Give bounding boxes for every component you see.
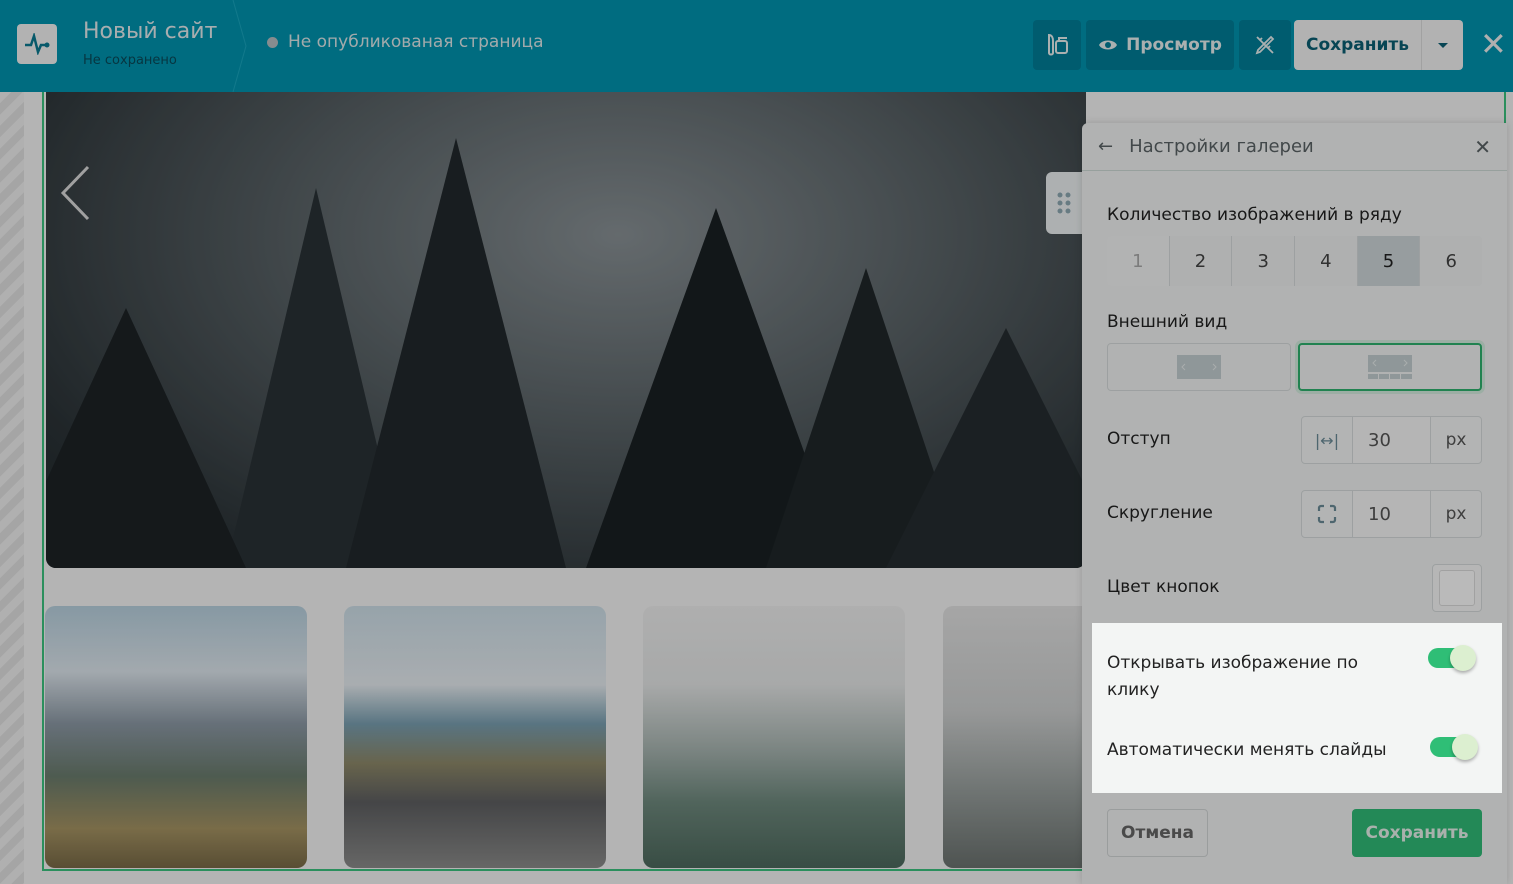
publish-status: Не опубликованая страница [267, 32, 544, 52]
close-panel-icon[interactable]: ✕ [1474, 135, 1491, 159]
button-color-picker[interactable] [1432, 564, 1482, 612]
save-options-dropdown[interactable] [1422, 20, 1463, 70]
count-option-1[interactable]: 1 [1107, 236, 1170, 286]
eye-icon [1099, 40, 1118, 50]
gallery-settings-panel: ← Настройки галереи ✕ Количество изображ… [1082, 123, 1507, 884]
back-arrow-icon[interactable]: ← [1098, 136, 1113, 157]
gallery-thumbnail-fog-forest[interactable] [643, 606, 905, 868]
corner-radius-icon [1302, 491, 1353, 537]
pulse-logo-icon[interactable] [17, 24, 57, 64]
drag-dots-icon [1057, 192, 1071, 214]
pencil-ruler-icon [1255, 35, 1275, 55]
tools-button[interactable] [1239, 20, 1291, 70]
button-color-label: Цвет кнопок [1107, 577, 1220, 597]
save-button-group: Сохранить [1294, 20, 1463, 70]
count-option-5[interactable]: 5 [1357, 236, 1421, 286]
view-option-slider[interactable] [1107, 343, 1291, 391]
breadcrumb-separator [232, 0, 247, 92]
slider-thumbnails-layout-icon [1368, 355, 1412, 379]
panel-drag-handle[interactable] [1046, 172, 1082, 234]
images-per-row-selector: 1 2 3 4 5 6 [1107, 236, 1482, 286]
count-option-4[interactable]: 4 [1295, 236, 1358, 286]
gallery-thumbnail-mountains[interactable] [45, 606, 307, 868]
padding-unit: px [1430, 417, 1481, 463]
panel-title: Настройки галереи [1129, 136, 1314, 157]
close-editor-icon[interactable]: ✕ [1480, 28, 1507, 60]
autoplay-label: Автоматически менять слайды [1107, 740, 1387, 760]
save-button[interactable]: Сохранить [1294, 20, 1422, 70]
gallery-thumbnail-road[interactable] [344, 606, 606, 868]
save-status: Не сохранено [83, 53, 177, 68]
view-option-slider-thumbs[interactable] [1298, 343, 1482, 391]
padding-input[interactable]: 30 [1353, 417, 1430, 463]
appearance-label: Внешний вид [1107, 312, 1228, 332]
site-title: Новый сайт [83, 19, 218, 44]
radius-unit: px [1430, 491, 1481, 537]
panel-header: ← Настройки галереи ✕ [1082, 123, 1507, 171]
status-dot-icon [267, 36, 278, 48]
padding-input-group: |↔| 30 px [1301, 416, 1482, 464]
spacing-icon: |↔| [1302, 417, 1353, 463]
count-option-2[interactable]: 2 [1169, 236, 1233, 286]
brush-layers-icon [1048, 33, 1068, 56]
publish-status-text: Не опубликованая страница [288, 32, 544, 52]
radius-label: Скругление [1107, 503, 1213, 523]
panel-save-button[interactable]: Сохранить [1352, 809, 1482, 857]
autoplay-toggle[interactable] [1430, 734, 1478, 760]
design-button[interactable] [1033, 20, 1081, 70]
slider-layout-icon [1177, 355, 1221, 379]
images-per-row-label: Количество изображений в ряду [1107, 205, 1402, 225]
open-on-click-toggle[interactable] [1428, 645, 1476, 671]
radius-input-group: 10 px [1301, 490, 1482, 538]
cancel-button[interactable]: Отмена [1107, 809, 1208, 857]
count-option-6[interactable]: 6 [1420, 236, 1482, 286]
radius-input[interactable]: 10 [1353, 491, 1430, 537]
preview-button[interactable]: Просмотр [1086, 20, 1234, 70]
caret-down-icon [1437, 42, 1448, 48]
top-bar: Новый сайт Не сохранено Не опубликованая… [0, 0, 1513, 92]
color-swatch [1439, 570, 1475, 606]
padding-label: Отступ [1107, 429, 1171, 449]
count-option-3[interactable]: 3 [1232, 236, 1296, 286]
preview-label: Просмотр [1126, 35, 1222, 55]
open-on-click-label: Открывать изображение по клику [1107, 653, 1359, 700]
canvas-margin [0, 92, 24, 884]
